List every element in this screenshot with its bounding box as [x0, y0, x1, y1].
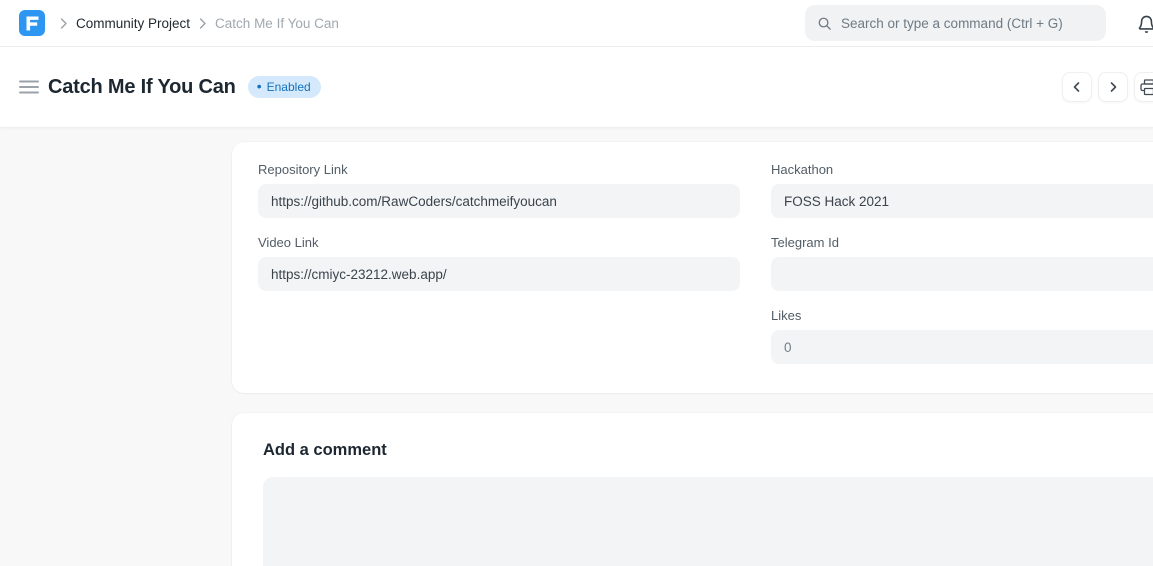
breadcrumb: Community Project Catch Me If You Can [60, 16, 339, 31]
prev-record-button[interactable] [1062, 72, 1092, 102]
chevron-right-icon [199, 18, 206, 29]
menu-icon [19, 80, 39, 94]
telegram-id-input[interactable] [771, 257, 1153, 291]
status-dot-icon: • [257, 79, 262, 93]
search-input[interactable] [841, 16, 1094, 31]
hackathon-label: Hackathon [771, 162, 1153, 177]
chevron-left-icon [1071, 81, 1083, 93]
comments-card: Add a comment [232, 413, 1153, 566]
page-title: Catch Me If You Can [48, 76, 236, 99]
next-record-button[interactable] [1098, 72, 1128, 102]
hackathon-field: Hackathon [771, 162, 1153, 218]
print-button[interactable] [1134, 72, 1153, 102]
frappe-logo[interactable] [19, 10, 45, 36]
search-icon [817, 16, 832, 31]
frappe-f-icon [26, 16, 39, 31]
details-card: Repository Link Hackathon Video Link Tel… [232, 142, 1153, 393]
header-actions [1062, 72, 1153, 102]
video-link-field: Video Link [258, 235, 740, 291]
video-link-input[interactable] [258, 257, 740, 291]
sidebar-toggle-button[interactable] [18, 76, 40, 98]
chevron-right-icon [60, 18, 67, 29]
add-comment-heading: Add a comment [263, 441, 387, 460]
breadcrumb-item-current[interactable]: Catch Me If You Can [215, 16, 339, 31]
notifications-button[interactable] [1133, 11, 1153, 37]
printer-icon [1140, 79, 1153, 96]
breadcrumb-item-community-project[interactable]: Community Project [76, 16, 190, 31]
status-badge: • Enabled [248, 76, 321, 98]
likes-field: Likes [771, 308, 1153, 364]
likes-input[interactable] [771, 330, 1153, 364]
video-link-label: Video Link [258, 235, 740, 250]
hackathon-input[interactable] [771, 184, 1153, 218]
comment-textarea[interactable] [263, 477, 1153, 566]
telegram-id-field: Telegram Id [771, 235, 1153, 291]
repository-link-input[interactable] [258, 184, 740, 218]
top-navbar: Community Project Catch Me If You Can [0, 0, 1153, 47]
bell-icon [1137, 14, 1153, 35]
repository-link-label: Repository Link [258, 162, 740, 177]
page-header: Catch Me If You Can • Enabled [0, 47, 1153, 128]
status-badge-label: Enabled [267, 80, 311, 94]
chevron-right-icon [1107, 81, 1119, 93]
repository-link-field: Repository Link [258, 162, 740, 218]
telegram-id-label: Telegram Id [771, 235, 1153, 250]
global-search[interactable] [805, 5, 1106, 41]
likes-label: Likes [771, 308, 1153, 323]
